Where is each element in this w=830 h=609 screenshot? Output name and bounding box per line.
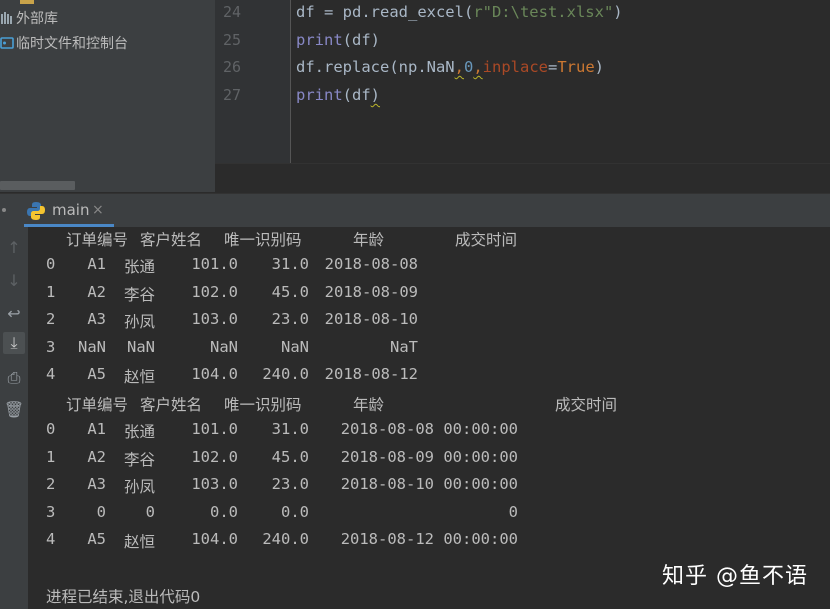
code-token: (df <box>342 86 371 104</box>
code-token: = <box>548 58 558 76</box>
table-cell: 2018-08-10 <box>324 310 418 328</box>
code-token: print <box>296 86 343 104</box>
table-cell: NaT <box>390 337 418 356</box>
code-line[interactable]: print(df) <box>296 86 380 104</box>
table-cell: 2018-08-12 <box>324 365 418 383</box>
tree-item-scratches-consoles[interactable]: 临时文件和控制台 <box>0 32 128 54</box>
close-icon[interactable]: × <box>92 202 104 218</box>
scratch-console-icon <box>0 37 14 49</box>
tree-item-label: 临时文件和控制台 <box>16 36 128 52</box>
code-token: print <box>296 31 343 49</box>
column-header: 成交时间 <box>455 231 518 249</box>
trash-icon[interactable]: 🗑 <box>3 398 25 420</box>
table-cell: 45.0 <box>271 447 309 466</box>
code-token: ) <box>370 86 381 104</box>
code-token: inplace <box>482 58 548 76</box>
code-editor[interactable]: df = pd.read_excel(r"D:\test.xlsx") prin… <box>291 0 830 163</box>
column-header: 客户姓名 <box>140 396 203 414</box>
project-panel: 外部库 临时文件和控制台 <box>0 0 215 192</box>
tree-item-external-libraries[interactable]: 外部库 <box>0 7 58 29</box>
code-token: df.replace(np.NaN <box>296 58 455 76</box>
table-cell: 2018-08-09 00:00:00 <box>340 447 518 466</box>
editor-gutter: 24 25 26 27 <box>215 0 291 163</box>
run-tab-label: main <box>52 201 90 219</box>
table-cell: 2018-08-08 <box>324 255 418 273</box>
run-tab-main[interactable]: main × <box>0 193 128 227</box>
column-header: 年龄 <box>353 396 385 414</box>
line-number: 26 <box>222 58 241 76</box>
table-cell: 0.0 <box>281 502 309 521</box>
table-cell: 2018-08-10 00:00:00 <box>340 475 518 493</box>
code-token: , <box>454 58 464 76</box>
library-icon <box>1 12 12 24</box>
python-icon <box>27 202 45 220</box>
scrollbar-thumb[interactable] <box>0 181 75 190</box>
line-number: 25 <box>222 31 241 49</box>
column-header: 成交时间 <box>555 396 618 414</box>
code-line[interactable]: df = pd.read_excel(r"D:\test.xlsx") <box>296 3 623 21</box>
code-token: ) <box>613 3 623 21</box>
table-cell: 0 <box>508 502 518 521</box>
table-cell: 23.0 <box>271 475 309 493</box>
table-cell: 2018-08-12 00:00:00 <box>340 530 518 548</box>
code-token: 0 <box>463 58 474 76</box>
column-header: 年龄 <box>353 231 385 249</box>
table-cell: 2018-08-09 <box>324 282 418 301</box>
editor-bottom-area <box>215 163 830 193</box>
column-header: 订单编号 <box>66 396 129 414</box>
column-header: 订单编号 <box>66 231 129 249</box>
code-token: True <box>557 58 595 76</box>
code-token: (df) <box>342 31 380 49</box>
table-cell: 240.0 <box>262 530 309 548</box>
console-output[interactable]: 订单编号 客户姓名 唯一识别码 年龄 成交时间 0 A1 张通 101.0 31.0 20… <box>28 227 830 609</box>
column-header: 唯一识别码 <box>224 231 302 249</box>
folder-icon <box>20 0 34 4</box>
line-number: 27 <box>222 86 241 104</box>
code-token: ) <box>594 58 605 76</box>
column-header: 唯一识别码 <box>224 396 302 414</box>
exit-message: 进程已结束,退出代码0 <box>46 588 201 606</box>
table-cell: 31.0 <box>271 420 309 438</box>
code-line[interactable]: print(df) <box>296 31 380 49</box>
column-header: 客户姓名 <box>140 231 203 249</box>
code-token: , <box>473 58 483 76</box>
line-number: 24 <box>222 3 241 21</box>
code-line[interactable]: df.replace(np.NaN,0,inplace=True) <box>296 58 604 76</box>
tree-item-label: 外部库 <box>16 11 58 27</box>
code-token: r"D:\test.xlsx" <box>473 3 614 21</box>
code-token: df = pd.read_excel( <box>296 3 474 21</box>
watermark: 知乎 @鱼不语 <box>662 564 808 589</box>
table-cell: 2018-08-08 00:00:00 <box>340 420 518 438</box>
